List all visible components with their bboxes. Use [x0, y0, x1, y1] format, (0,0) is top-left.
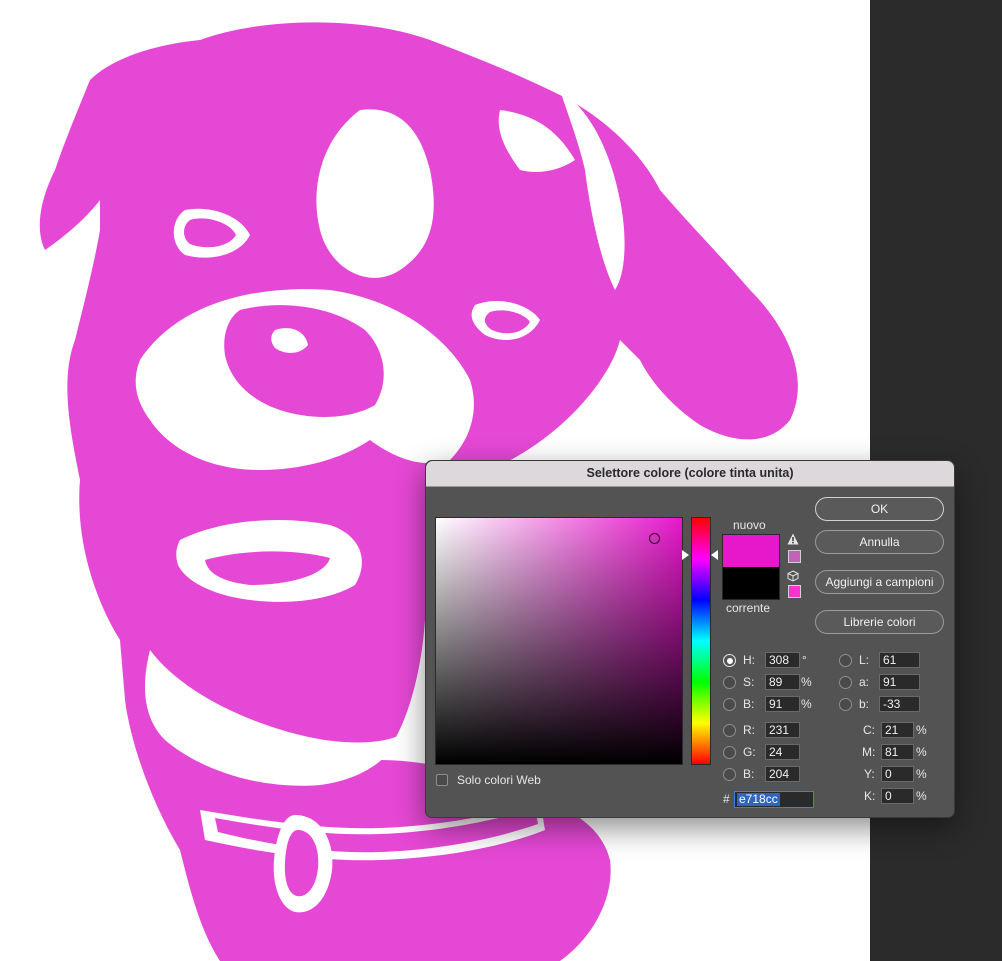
hue-slider-left-arrow[interactable]: [682, 550, 689, 560]
radio-green[interactable]: [723, 746, 736, 759]
radio-brightness[interactable]: [723, 698, 736, 711]
web-colors-only-checkbox[interactable]: [436, 774, 448, 786]
radio-lab-a[interactable]: [839, 676, 852, 689]
hex-value-selected: e718cc: [737, 792, 780, 806]
current-color-swatch[interactable]: [722, 567, 780, 600]
color-picker-marker[interactable]: [649, 533, 660, 544]
magenta-input[interactable]: 81: [881, 744, 914, 760]
cyan-unit: %: [916, 723, 927, 737]
magenta-label: M:: [862, 745, 876, 759]
current-color-label: corrente: [726, 601, 771, 615]
black-input[interactable]: 0: [881, 788, 914, 804]
web-safe-cube-icon[interactable]: [787, 570, 799, 582]
ok-button[interactable]: OK: [815, 497, 944, 521]
hex-prefix: #: [723, 792, 730, 806]
gamut-correction-swatch[interactable]: [788, 550, 801, 563]
lightness-label: L:: [859, 653, 870, 667]
hue-unit: °: [802, 653, 807, 667]
radio-hue[interactable]: [723, 654, 736, 667]
blue-label: B:: [743, 767, 755, 781]
color-picker-dialog: Selettore colore (colore tinta unita) nu…: [425, 460, 955, 818]
add-to-swatches-button[interactable]: Aggiungi a campioni: [815, 570, 944, 594]
cancel-button[interactable]: Annulla: [815, 530, 944, 554]
hue-label: H:: [743, 653, 755, 667]
brightness-label: B:: [743, 697, 755, 711]
cyan-label: C:: [863, 723, 875, 737]
hue-input[interactable]: 308: [765, 652, 800, 668]
new-color-label: nuovo: [733, 518, 766, 532]
brightness-input[interactable]: 91: [765, 696, 800, 712]
yellow-input[interactable]: 0: [881, 766, 914, 782]
dialog-title[interactable]: Selettore colore (colore tinta unita): [426, 461, 954, 487]
radio-red[interactable]: [723, 724, 736, 737]
new-color-swatch: [722, 534, 780, 568]
lightness-input[interactable]: 61: [879, 652, 920, 668]
radio-lab-b[interactable]: [839, 698, 852, 711]
black-unit: %: [916, 789, 927, 803]
saturation-brightness-field-frame: [435, 517, 683, 765]
lab-a-label: a:: [859, 675, 870, 689]
radio-lightness[interactable]: [839, 654, 852, 667]
saturation-unit: %: [801, 675, 812, 689]
radio-blue[interactable]: [723, 768, 736, 781]
radio-saturation[interactable]: [723, 676, 736, 689]
hex-input[interactable]: e718cc: [734, 791, 814, 808]
web-colors-only-label: Solo colori Web: [457, 773, 541, 787]
green-label: G:: [743, 745, 756, 759]
green-input[interactable]: 24: [765, 744, 800, 760]
brightness-unit: %: [801, 697, 812, 711]
yellow-unit: %: [916, 767, 927, 781]
red-label: R:: [743, 723, 755, 737]
hue-slider[interactable]: [691, 517, 711, 765]
web-safe-color-swatch[interactable]: [788, 585, 801, 598]
lab-b-input[interactable]: -33: [879, 696, 920, 712]
saturation-label: S:: [743, 675, 755, 689]
black-label: K:: [864, 789, 876, 803]
saturation-input[interactable]: 89: [765, 674, 800, 690]
magenta-unit: %: [916, 745, 927, 759]
lab-b-label: b:: [859, 697, 870, 711]
hue-slider-right-arrow[interactable]: [711, 550, 718, 560]
cyan-input[interactable]: 21: [881, 722, 914, 738]
saturation-brightness-field[interactable]: [436, 518, 682, 764]
blue-input[interactable]: 204: [765, 766, 800, 782]
lab-a-input[interactable]: 91: [879, 674, 920, 690]
color-libraries-button[interactable]: Librerie colori: [815, 610, 944, 634]
yellow-label: Y:: [864, 767, 875, 781]
out-of-gamut-warning-icon[interactable]: [787, 533, 799, 545]
red-input[interactable]: 231: [765, 722, 800, 738]
